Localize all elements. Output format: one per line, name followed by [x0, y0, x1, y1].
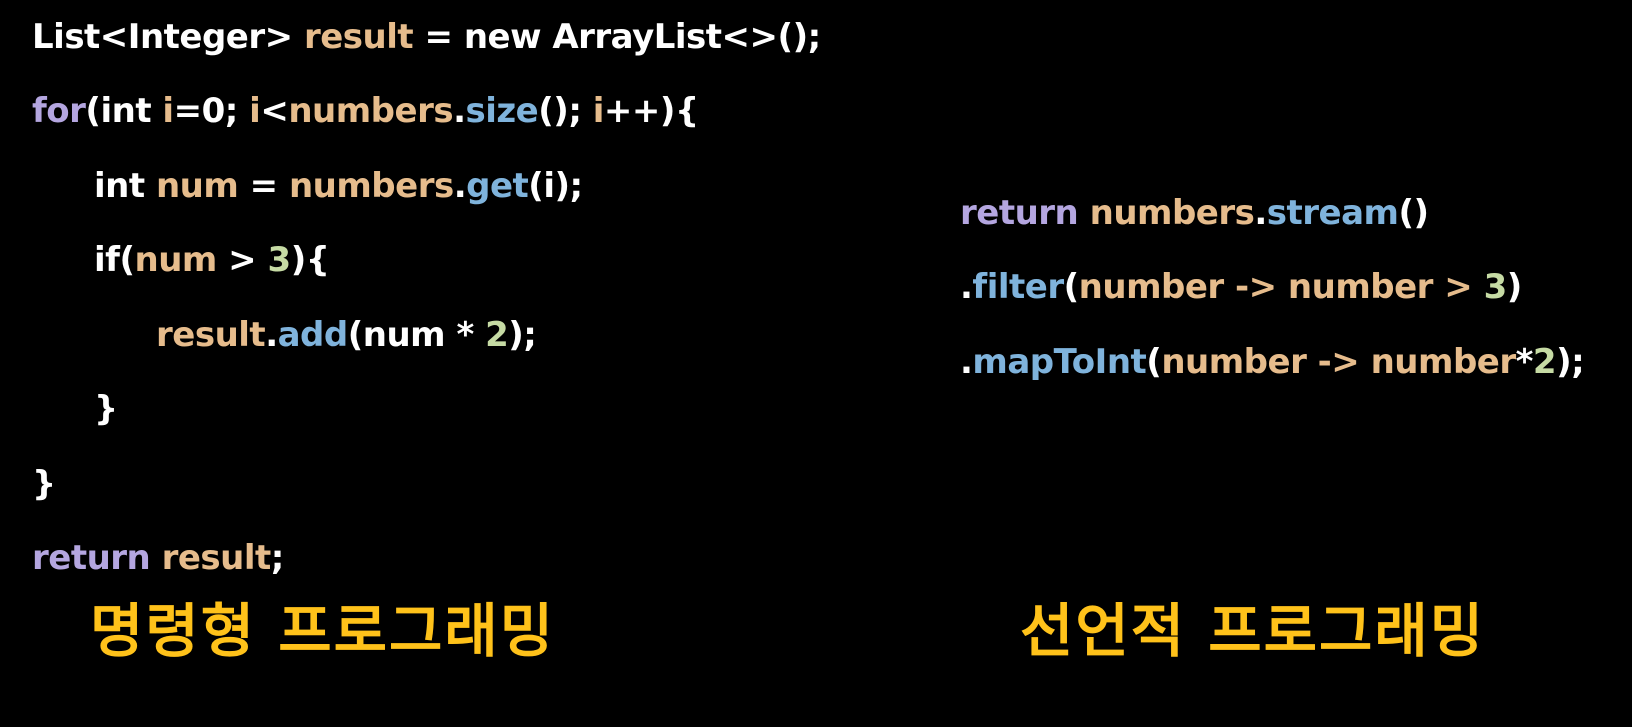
code-token-plain: .: [960, 342, 973, 382]
code-token-plain: }: [32, 464, 56, 504]
imperative-code-line: }: [32, 464, 56, 504]
declarative-caption: 선언적 프로그래밍: [1020, 597, 1486, 665]
code-token-plain: ();: [538, 91, 593, 131]
code-token-plain: (: [1063, 267, 1080, 307]
imperative-code-line: int num = numbers.get(i);: [94, 166, 583, 206]
code-token-variable: numbers: [288, 166, 454, 206]
code-token-variable: result: [161, 538, 272, 578]
code-token-plain: .: [453, 166, 467, 206]
code-token-plain: );: [1556, 342, 1585, 382]
code-token-variable: numbers: [1089, 193, 1255, 233]
code-token-plain: }: [94, 389, 118, 429]
code-token-plain: (i);: [528, 166, 583, 206]
code-token-keyword: return: [960, 193, 1090, 233]
code-token-variable: number -> number: [1161, 342, 1516, 382]
code-token-plain: <: [260, 91, 289, 131]
code-token-plain: >: [216, 240, 268, 280]
code-token-number: 3: [1483, 267, 1508, 307]
declarative-code-line: .filter(number -> number > 3): [960, 267, 1522, 307]
code-token-method: add: [277, 315, 349, 355]
declarative-code-line: .mapToInt(number -> number*2);: [960, 342, 1585, 382]
code-token-variable: num: [155, 166, 239, 206]
code-token-method: stream: [1266, 193, 1399, 233]
declarative-code-line: return numbers.stream(): [960, 193, 1429, 233]
code-token-number: 2: [1532, 342, 1557, 382]
imperative-code-line: List<Integer> result = new ArrayList<>()…: [32, 17, 821, 57]
code-token-plain: .: [960, 267, 973, 307]
imperative-code-line: return result;: [32, 538, 284, 578]
code-token-plain: ){: [290, 240, 330, 280]
code-token-variable: numbers: [288, 91, 454, 131]
code-token-plain: ): [1506, 267, 1523, 307]
code-token-method: filter: [972, 267, 1064, 307]
code-token-plain: int: [94, 166, 156, 206]
imperative-code-line: result.add(num * 2);: [156, 315, 537, 355]
code-token-keyword: return: [32, 538, 162, 578]
code-token-plain: (: [1146, 342, 1162, 382]
code-token-method: get: [466, 166, 529, 206]
code-token-keyword: for: [32, 91, 86, 131]
code-token-method: mapToInt: [972, 342, 1147, 382]
code-token-variable: result: [156, 315, 266, 355]
code-token-plain: (num *: [347, 315, 486, 355]
code-token-variable: i: [249, 91, 261, 131]
code-token-number: 3: [267, 240, 292, 280]
code-token-plain: if(: [94, 240, 135, 280]
code-token-plain: = new ArrayList<>();: [413, 17, 821, 57]
code-token-plain: =: [238, 166, 289, 206]
code-token-variable: i: [592, 91, 605, 131]
code-token-plain: (int: [85, 91, 163, 131]
code-token-plain: .: [265, 315, 278, 355]
imperative-code-line: if(num > 3){: [94, 240, 330, 280]
code-token-plain: .: [453, 91, 466, 131]
code-token-variable: i: [162, 91, 174, 131]
imperative-code-line: for(int i=0; i<numbers.size(); i++){: [32, 91, 699, 131]
code-token-plain: =0;: [173, 91, 250, 131]
code-token-plain: ;: [270, 538, 285, 578]
code-token-variable: num: [134, 240, 218, 280]
code-token-plain: *: [1515, 342, 1534, 382]
code-token-number: 2: [485, 315, 509, 355]
code-token-variable: number -> number >: [1078, 267, 1484, 307]
code-token-plain: .: [1254, 193, 1267, 233]
imperative-caption: 명령형 프로그래밍: [90, 597, 556, 665]
imperative-code-line: }: [94, 389, 118, 429]
code-token-plain: );: [508, 315, 537, 355]
code-token-plain: (): [1398, 193, 1429, 233]
code-token-method: size: [465, 91, 539, 131]
code-token-plain: ++){: [603, 91, 699, 131]
code-token-plain: List<Integer>: [32, 17, 304, 57]
code-token-variable: result: [303, 17, 414, 57]
